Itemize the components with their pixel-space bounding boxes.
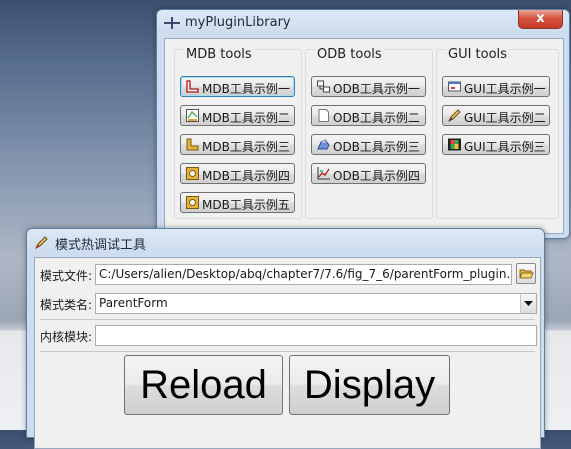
odb-tool-4-label: ODB工具示例四 — [333, 169, 420, 183]
pencil-icon — [34, 236, 48, 249]
class-name-select[interactable]: ParentForm — [95, 293, 537, 314]
gui-tool-3-button[interactable]: GUI工具示例三 — [442, 134, 550, 155]
reload-button[interactable]: Reload — [124, 355, 283, 415]
odb-tool-2-button[interactable]: ODB工具示例二 — [311, 105, 426, 126]
group-title-mdb: MDB tools — [184, 47, 254, 62]
mdb-tool-4-button[interactable]: MDB工具示例四 — [180, 163, 295, 184]
browse-button[interactable] — [516, 263, 536, 284]
class-name-value: ParentForm — [99, 296, 168, 310]
close-button[interactable]: x — [518, 10, 563, 29]
odb-query-icon — [317, 80, 330, 93]
mdb-tool-2-button[interactable]: MDB工具示例二 — [180, 105, 295, 126]
gui-tool-2-button[interactable]: GUI工具示例二 — [442, 105, 550, 126]
mdb-tool-3-button[interactable]: MDB工具示例三 — [180, 134, 295, 155]
folder-open-icon — [519, 269, 534, 279]
gui-tool-3-label: GUI工具示例三 — [464, 140, 546, 154]
gui-tool-2-label: GUI工具示例二 — [464, 111, 546, 125]
debug-client-area: 模式文件: C:/Users/alien/Desktop/abq/chapter… — [34, 257, 541, 449]
group-mdb-tools: MDB tools MDB工具示例一 MDB工具示例二 MDB工具示例三 MDB… — [174, 47, 302, 219]
gui-tool-1-label: GUI工具示例一 — [464, 82, 546, 96]
mdb-hole-icon — [186, 167, 199, 180]
mdb-part-icon — [186, 138, 199, 151]
gui-tool-1-button[interactable]: GUI工具示例一 — [442, 76, 550, 97]
mdb-tool-5-button[interactable]: MDB工具示例五 — [180, 192, 295, 213]
mdb-hole-icon — [186, 196, 199, 209]
group-title-odb: ODB tools — [315, 47, 384, 62]
kernel-label: 内核模块: — [40, 330, 93, 344]
separator — [40, 319, 535, 320]
library-window-title: myPluginLibrary — [185, 15, 291, 30]
gui-film-icon — [448, 138, 461, 151]
gui-dialog-icon — [448, 81, 461, 92]
mdb-partition-icon — [186, 109, 199, 122]
separator — [40, 351, 535, 352]
odb-tool-2-label: ODB工具示例二 — [333, 111, 420, 125]
display-label: Display — [303, 363, 436, 407]
mdb-tool-2-label: MDB工具示例二 — [202, 111, 290, 125]
odb-tool-3-label: ODB工具示例三 — [333, 140, 420, 154]
kernel-module-field[interactable] — [95, 325, 537, 346]
mdb-tool-1-label: MDB工具示例一 — [202, 82, 290, 96]
reload-label: Reload — [140, 363, 267, 407]
debug-window-title: 模式热调试工具 — [55, 238, 147, 253]
display-button[interactable]: Display — [289, 355, 450, 415]
gui-pencil-icon — [447, 109, 461, 123]
group-odb-tools: ODB tools ODB工具示例一 ODB工具示例二 ODB工具示例三 ODB… — [305, 47, 433, 219]
library-client-area: MDB tools MDB工具示例一 MDB工具示例二 MDB工具示例三 MDB… — [164, 38, 564, 234]
odb-document-icon — [318, 109, 329, 122]
class-label: 模式类名: — [40, 298, 93, 312]
mdb-tool-4-label: MDB工具示例四 — [202, 169, 290, 183]
library-titlebar[interactable]: myPluginLibrary x — [157, 10, 569, 36]
mdb-tool-3-label: MDB工具示例三 — [202, 140, 290, 154]
odb-contour-icon — [317, 139, 330, 150]
odb-tool-4-button[interactable]: ODB工具示例四 — [311, 163, 426, 184]
mdb-sketch-icon — [186, 80, 199, 93]
chevron-down-icon — [524, 301, 533, 306]
plugin-library-window: myPluginLibrary x MDB tools MDB工具示例一 MDB… — [156, 9, 570, 239]
dropdown-button[interactable] — [520, 294, 536, 313]
odb-tool-1-button[interactable]: ODB工具示例一 — [311, 76, 426, 97]
file-label: 模式文件: — [40, 269, 93, 283]
mdb-tool-5-label: MDB工具示例五 — [202, 198, 290, 212]
mdb-tool-1-button[interactable]: MDB工具示例一 — [180, 76, 295, 97]
odb-xy-plot-icon — [317, 167, 330, 180]
plugin-app-icon — [164, 17, 180, 29]
odb-tool-3-button[interactable]: ODB工具示例三 — [311, 134, 426, 155]
odb-tool-1-label: ODB工具示例一 — [333, 82, 420, 96]
group-gui-tools: GUI tools GUI工具示例一 GUI工具示例二 GUI工具示例三 — [436, 47, 559, 219]
close-icon: x — [536, 11, 545, 26]
group-title-gui: GUI tools — [446, 47, 509, 62]
file-path-value: C:/Users/alien/Desktop/abq/chapter7/7.6/… — [99, 267, 512, 281]
plugin-debug-window: 模式热调试工具 模式文件: C:/Users/alien/Desktop/abq… — [26, 228, 545, 449]
file-path-field[interactable]: C:/Users/alien/Desktop/abq/chapter7/7.6/… — [95, 264, 512, 285]
